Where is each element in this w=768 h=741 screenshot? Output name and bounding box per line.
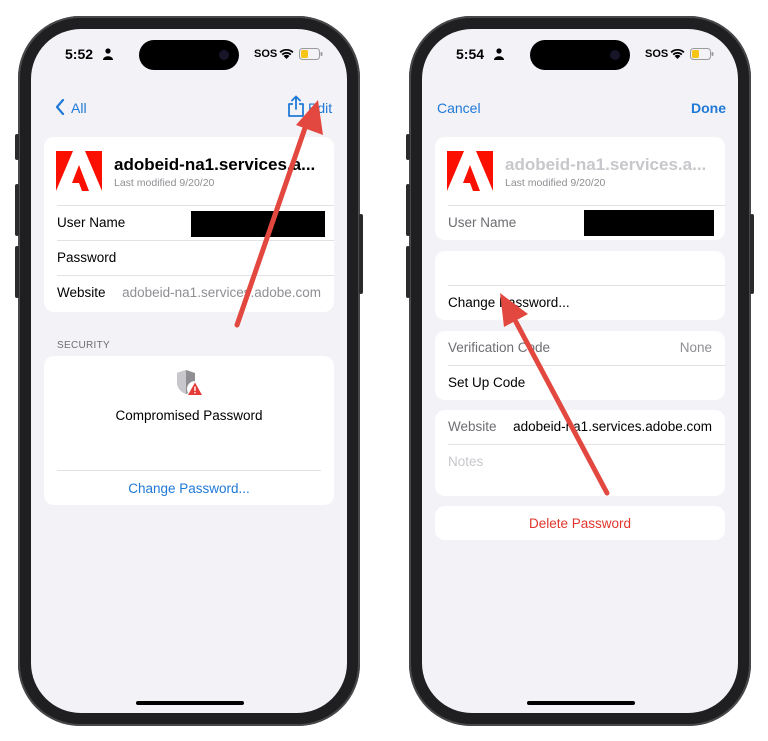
arrow-to-edit bbox=[234, 100, 323, 328]
arrow-to-change-password bbox=[500, 293, 610, 496]
annotation-arrows bbox=[234, 100, 610, 496]
